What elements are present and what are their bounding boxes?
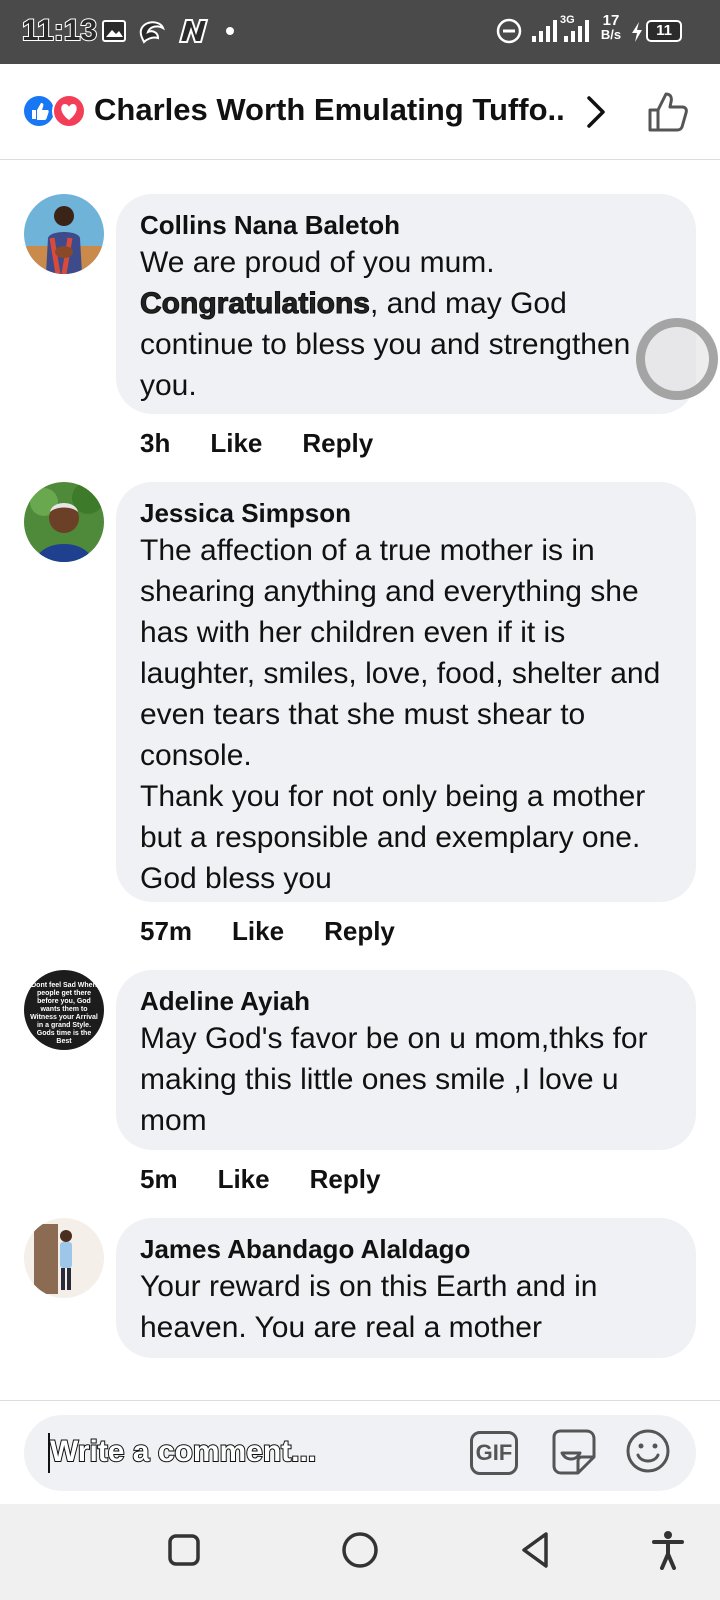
status-bar: 11:13 3G 17 B/s 11	[0, 0, 720, 64]
comment-bubble[interactable]: Jessica Simpson The affection of a true …	[116, 482, 696, 902]
data-speed-unit: B/s	[600, 27, 622, 42]
comment-time: 3h	[140, 428, 171, 458]
data-speed-value: 17	[602, 12, 620, 29]
back-icon[interactable]	[518, 1530, 554, 1570]
reply-link[interactable]: Reply	[324, 916, 395, 947]
comment-actions: 3h Like Reply	[140, 428, 373, 459]
comment-item: Collins Nana Baletoh We are proud of you…	[0, 194, 720, 474]
system-nav-bar	[0, 1504, 720, 1600]
notification-dot-icon	[226, 27, 234, 35]
app-notification-icon	[139, 21, 165, 44]
post-title[interactable]: Charles Worth Emulating Tuffo...	[94, 92, 564, 128]
comment-time: 5m	[140, 1164, 178, 1194]
battery-indicator: 11	[646, 20, 682, 42]
like-link[interactable]: Like	[218, 1164, 270, 1195]
reply-link[interactable]: Reply	[310, 1164, 381, 1195]
touch-indicator	[636, 318, 718, 400]
signal-icon-2	[564, 20, 589, 42]
comment-item: Jessica Simpson The affection of a true …	[0, 482, 720, 962]
comment-text-part: We are proud of you mum.	[140, 246, 495, 279]
reply-link[interactable]: Reply	[302, 428, 373, 459]
comment-text: We are proud of you mum. Congratulations…	[140, 242, 672, 406]
comment-time: 57m	[140, 916, 193, 946]
comment-author[interactable]: Jessica Simpson	[140, 496, 672, 530]
gallery-icon	[102, 20, 126, 42]
comment-author[interactable]: Collins Nana Baletoh	[140, 208, 672, 242]
comment-author[interactable]: James Abandago Alaldago	[140, 1232, 672, 1266]
comment-input[interactable]: Write a comment... GIF	[24, 1415, 696, 1491]
comment-bubble[interactable]: Adeline Ayiah May God's favor be on u mo…	[116, 970, 696, 1150]
comment-actions: 5m Like Reply	[140, 1164, 380, 1195]
comment-item: James Abandago Alaldago Your reward is o…	[0, 1218, 720, 1358]
signal-icon-1	[532, 20, 557, 42]
accessibility-icon[interactable]	[650, 1530, 686, 1570]
recent-apps-icon[interactable]	[166, 1532, 202, 1568]
comment-composer: Write a comment... GIF	[0, 1400, 720, 1504]
home-icon[interactable]	[340, 1530, 380, 1570]
news-app-icon	[178, 19, 209, 43]
gif-button[interactable]: GIF	[470, 1431, 518, 1475]
thumbs-up-icon[interactable]	[646, 90, 690, 134]
avatar[interactable]	[24, 194, 104, 274]
like-link[interactable]: Like	[210, 428, 262, 459]
status-time: 11:13	[21, 13, 98, 48]
comment-bubble[interactable]: James Abandago Alaldago Your reward is o…	[116, 1218, 696, 1358]
reactions-summary[interactable]	[22, 94, 88, 128]
do-not-disturb-icon	[496, 18, 522, 44]
comment-text: Your reward is on this Earth and in heav…	[140, 1270, 598, 1344]
comment-text: The affection of a true mother is in she…	[140, 534, 661, 895]
comment-author[interactable]: Adeline Ayiah	[140, 984, 672, 1018]
avatar[interactable]	[24, 1218, 104, 1298]
avatar[interactable]	[24, 482, 104, 562]
avatar-quote-text: Dont feel Sad When people get there befo…	[30, 982, 98, 1045]
comment-actions: 57m Like Reply	[140, 916, 395, 947]
highlighted-word: Congratulations	[140, 287, 371, 321]
chevron-right-icon[interactable]	[584, 94, 608, 130]
charging-bolt-icon	[632, 22, 642, 42]
comment-text: May God's favor be on u mom,thks for mak…	[140, 1022, 648, 1137]
post-header: Charles Worth Emulating Tuffo...	[0, 64, 720, 160]
data-speed: 17 B/s	[598, 12, 624, 42]
comments-sheet: Charles Worth Emulating Tuffo... Collins…	[0, 64, 720, 1410]
comment-bubble[interactable]: Collins Nana Baletoh We are proud of you…	[116, 194, 696, 414]
emoji-icon[interactable]	[624, 1427, 672, 1475]
like-link[interactable]: Like	[232, 916, 284, 947]
avatar[interactable]: Dont feel Sad When people get there befo…	[24, 970, 104, 1050]
sticker-icon[interactable]	[548, 1427, 598, 1479]
comment-placeholder: Write a comment...	[49, 1434, 317, 1469]
comment-item: Dont feel Sad When people get there befo…	[0, 970, 720, 1210]
